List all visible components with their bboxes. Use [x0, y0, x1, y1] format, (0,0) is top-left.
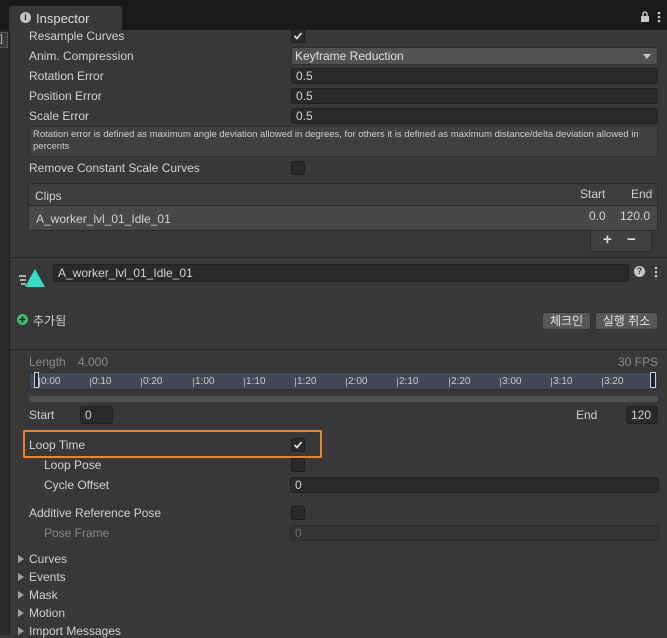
foldout-arrow-icon [18, 609, 24, 617]
remove-constant-scale-curves-label: Remove Constant Scale Curves [29, 161, 200, 175]
section-divider-2 [9, 349, 667, 350]
foldout-arrow-icon [18, 555, 24, 563]
loop-time-checkbox[interactable] [291, 438, 305, 452]
clip-name-field[interactable]: A_worker_lvl_01_Idle_01 [53, 264, 629, 282]
anim-compression-value: Keyframe Reduction [295, 49, 404, 63]
clips-footer [590, 231, 652, 252]
section-divider [9, 257, 667, 258]
clip-menu-icon[interactable] [654, 266, 658, 281]
tab-title: Inspector [36, 11, 90, 26]
foldout-motion[interactable]: Motion [18, 606, 65, 620]
timeline-tick-label: 3:20 [601, 376, 624, 387]
foldout-arrow-icon [18, 573, 24, 581]
help-text: Rotation error is defined as maximum ang… [33, 129, 639, 152]
loop-pose-label: Loop Pose [44, 458, 102, 472]
scale-error-label: Scale Error [29, 109, 90, 123]
timeline-tick-label: 0:00 [38, 376, 61, 387]
rotation-error-field[interactable]: 0.5 [291, 68, 658, 84]
loop-pose-checkbox[interactable] [291, 458, 305, 472]
lock-icon[interactable] [640, 11, 650, 22]
timeline-tick-label: 1:00 [192, 376, 215, 387]
additive-reference-pose-checkbox[interactable] [291, 506, 305, 520]
added-status-label: 추가됨 [33, 314, 67, 328]
timeline-end-handle[interactable] [650, 372, 656, 388]
additive-reference-pose-label: Additive Reference Pose [29, 506, 162, 520]
timeline-tick-label: 2:00 [345, 376, 368, 387]
more-vertical-icon[interactable] [657, 11, 661, 26]
length-label: Length [29, 355, 66, 369]
timeline-tick-label: 0:20 [140, 376, 163, 387]
timeline-tick-label: 2:10 [396, 376, 419, 387]
timeline-tick-label: 1:20 [294, 376, 317, 387]
pose-frame-field: 0 [290, 525, 659, 541]
resample-curves-label: Resample Curves [29, 29, 125, 43]
chevron-down-icon [643, 54, 651, 59]
foldout-mask[interactable]: Mask [18, 588, 58, 602]
timeline-tick-label: 3:00 [499, 376, 522, 387]
help-box: Rotation error is defined as maximum ang… [29, 126, 658, 157]
inspector-tab[interactable]: i Inspector [9, 6, 122, 30]
end-field[interactable]: 120 [626, 406, 658, 424]
resample-curves-checkbox[interactable] [291, 29, 305, 43]
clip-row-name: A_worker_lvl_01_Idle_01 [36, 212, 171, 226]
cycle-offset-label: Cycle Offset [44, 478, 110, 492]
clips-header [29, 184, 657, 206]
clip-row-end: 120.0 [620, 209, 651, 223]
foldout-arrow-icon [18, 627, 24, 635]
checkin-button[interactable]: 체크인 [542, 312, 591, 330]
cycle-offset-field[interactable]: 0 [290, 477, 659, 493]
timeline-scrollbar[interactable] [29, 396, 658, 402]
position-error-field[interactable]: 0.5 [291, 88, 658, 104]
foldout-curves[interactable]: Curves [18, 552, 67, 566]
remove-constant-scale-curves-checkbox[interactable] [291, 161, 305, 175]
foldout-import-messages[interactable]: Import Messages [18, 624, 121, 638]
start-field[interactable]: 0 [80, 406, 113, 424]
revert-button[interactable]: 실행 취소 [595, 312, 658, 330]
rotation-error-label: Rotation Error [29, 69, 104, 83]
timeline-tick-label: 2:20 [448, 376, 471, 387]
start-label: Start [29, 408, 55, 422]
timeline-tick-label: 1:10 [243, 376, 266, 387]
scale-error-field[interactable]: 0.5 [291, 108, 658, 124]
position-error-label: Position Error [29, 89, 102, 103]
timeline-tick-label: 0:10 [89, 376, 112, 387]
foldout-arrow-icon [18, 591, 24, 599]
remove-clip-button[interactable]: − [627, 231, 636, 248]
clip-row-start: 0.0 [589, 209, 606, 223]
end-label: End [576, 408, 598, 422]
left-panel-edge [0, 30, 10, 635]
add-clip-button[interactable]: + [603, 231, 612, 248]
help-icon[interactable]: ? [634, 266, 645, 277]
clips-header-end: End [631, 187, 653, 201]
anim-compression-label: Anim. Compression [29, 49, 134, 63]
loop-time-label: Loop Time [29, 438, 86, 452]
clips-header-name: Clips [35, 189, 62, 203]
animation-clip-icon [18, 266, 46, 293]
info-icon: i [20, 12, 31, 23]
pose-frame-label: Pose Frame [44, 526, 110, 540]
added-plus-icon [17, 314, 28, 325]
left-panel-button[interactable]: ] [0, 32, 8, 48]
foldout-events[interactable]: Events [18, 570, 66, 584]
anim-compression-dropdown[interactable]: Keyframe Reduction [291, 47, 658, 65]
clips-header-start: Start [580, 187, 606, 201]
length-value: 4.000 [78, 355, 109, 369]
fps-label: 30 FPS [618, 355, 659, 369]
timeline-tick-label: 3:10 [550, 376, 573, 387]
